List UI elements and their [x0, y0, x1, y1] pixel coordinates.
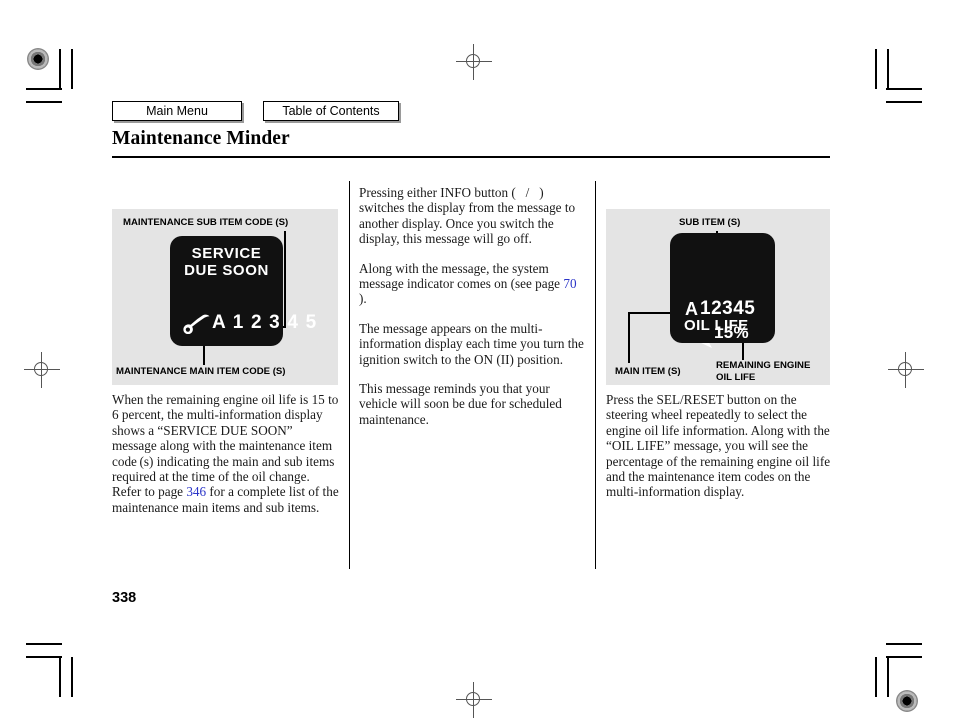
figure-left-caption-main-item: MAINTENANCE MAIN ITEM CODE (S) [116, 366, 286, 377]
crop-mark [59, 49, 61, 89]
registration-crosshair-left [24, 352, 60, 388]
page-number: 338 [112, 590, 137, 606]
paragraph: When the remaining engine oil life is 15… [112, 392, 339, 515]
figure-left-caption-sub-item: MAINTENANCE SUB ITEM CODE (S) [123, 217, 289, 228]
figure-right-caption-remaining-oil-line1: REMAINING ENGINE [716, 360, 811, 371]
crop-mark [26, 101, 62, 103]
crop-mark [886, 101, 922, 103]
lcd-maintenance-code: A 1 2 3 4 5 [212, 312, 318, 333]
crop-mark [875, 49, 877, 89]
lcd-message-line2: DUE SOON [184, 262, 269, 279]
text-column-middle: Pressing either INFO button ( / ) switch… [359, 185, 587, 427]
crop-mark [875, 657, 877, 697]
lcd-display-service-due-soon: SERVICE DUE SOON A 1 2 3 4 5 [170, 236, 316, 346]
reg-target-icon [27, 48, 49, 70]
navigation-bar: Main Menu Table of Contents [112, 101, 399, 121]
registration-crosshair-right [888, 352, 924, 388]
text-column-left: When the remaining engine oil life is 15… [112, 392, 340, 515]
column-divider-left [349, 181, 350, 569]
crop-mark [59, 657, 61, 697]
crop-mark [886, 656, 922, 658]
leader-line-main-item [628, 313, 630, 363]
paragraph: Pressing either INFO button ( / ) switch… [359, 185, 576, 247]
paragraph: Along with the message, the system messa… [359, 260, 577, 307]
figure-right-caption-remaining-oil-line2: OIL LIFE [716, 372, 756, 383]
wrench-icon [183, 314, 210, 334]
figure-right-caption-main-item: MAIN ITEM (S) [615, 366, 681, 377]
page-title: Maintenance Minder [112, 128, 290, 149]
crop-mark [886, 643, 922, 645]
title-divider-rule [112, 156, 830, 158]
crop-mark [26, 656, 62, 658]
text-column-right: Press the SEL/RESET button on the steeri… [606, 392, 834, 500]
paragraph: Press the SEL/RESET button on the steeri… [606, 392, 831, 500]
crop-mark [887, 657, 889, 697]
crop-mark [71, 49, 73, 89]
main-menu-button[interactable]: Main Menu [112, 101, 242, 121]
crop-mark [887, 49, 889, 89]
table-of-contents-button[interactable]: Table of Contents [263, 101, 399, 121]
lcd-display-oil-life: A 12345 OIL LIFE 15% [670, 233, 775, 343]
lcd-message-line1: SERVICE [191, 245, 262, 262]
leader-line-oil-life [742, 342, 744, 360]
paragraph: This message reminds you that your vehic… [359, 381, 562, 427]
leader-line-main-item [628, 312, 674, 314]
crop-mark [26, 88, 62, 90]
registration-crosshair-bottom [456, 682, 492, 718]
registration-crosshair-top [456, 44, 492, 80]
figure-right-caption-sub-item: SUB ITEM (S) [679, 217, 741, 228]
page-reference-70[interactable]: 70 [563, 276, 576, 291]
lcd-oil-life-percentage: 15% [714, 323, 749, 342]
page-reference-346[interactable]: 346 [186, 484, 206, 499]
reg-target-icon [896, 690, 918, 712]
crop-mark [26, 643, 62, 645]
column-divider-right [595, 181, 596, 569]
paragraph: The message appears on the multi-informa… [359, 320, 584, 367]
crop-mark [71, 657, 73, 697]
crop-mark [886, 88, 922, 90]
